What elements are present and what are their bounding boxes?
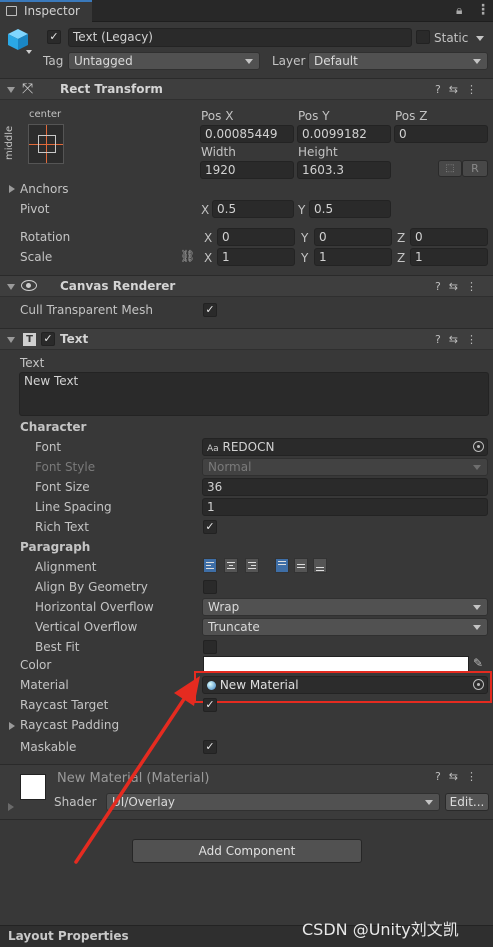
- watermark: CSDN @Unity刘文凯: [302, 920, 459, 939]
- red-arrow-annotation: [74, 676, 200, 864]
- layout-properties-label: Layout Properties: [8, 929, 129, 943]
